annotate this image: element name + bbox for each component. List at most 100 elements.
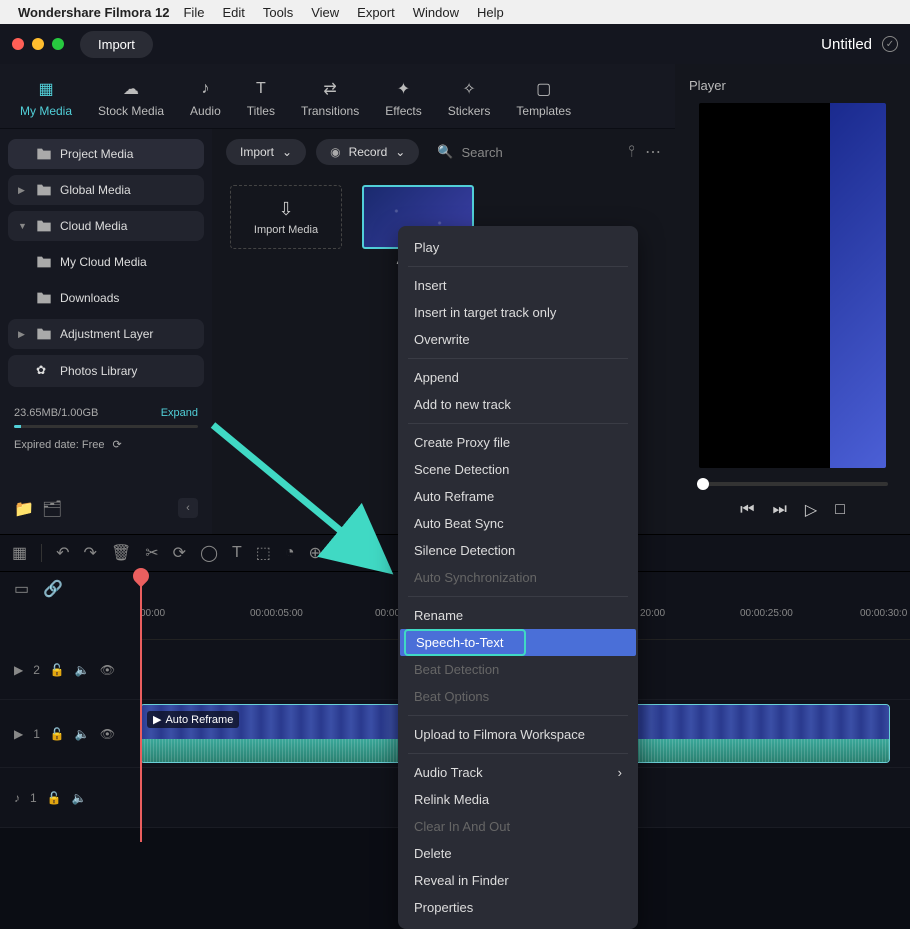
color-icon[interactable]: ◔ [285,544,295,562]
tab-templates[interactable]: ▢Templates [506,72,581,128]
lock-icon[interactable]: 🔓 [50,663,65,677]
chevron-down-icon[interactable]: ▼ [18,221,28,231]
cm-auto-reframe[interactable]: Auto Reframe [398,483,638,510]
mute-icon[interactable]: 🔈 [75,663,90,677]
mark-icon[interactable]: ⚑ [336,543,350,563]
cm-overwrite[interactable]: Overwrite [398,326,638,353]
storage-total: /1.00GB [58,407,98,419]
cm-insert-target[interactable]: Insert in target track only [398,299,638,326]
new-bin-icon[interactable]: 🗂 [42,499,60,517]
menu-tools[interactable]: Tools [263,5,293,20]
visibility-icon[interactable]: 👁 [100,727,115,741]
redo-icon[interactable]: ↷ [84,543,97,563]
menu-window[interactable]: Window [413,5,459,20]
lock-icon[interactable]: 🔓 [50,727,65,741]
mute-icon[interactable]: 🔈 [72,791,87,805]
cut-icon[interactable]: ✂ [145,543,158,563]
import-button[interactable]: Import [80,31,153,58]
adjust-icon[interactable]: ⊕ [309,543,322,563]
cm-scene-detection[interactable]: Scene Detection [398,456,638,483]
window-titlebar: Import Untitled ✓ [0,24,910,64]
delete-icon[interactable]: 🗑 [111,543,131,563]
cm-play[interactable]: Play [398,234,638,261]
mute-icon[interactable]: 🔈 [75,727,90,741]
collapse-sidebar-button[interactable]: ‹ [178,498,198,518]
refresh-icon[interactable]: ⟳ [113,438,122,451]
play-icon[interactable]: ▷ [805,500,817,520]
link-icon[interactable]: 🔗 [43,579,63,599]
sidebar-item-adjustment-layer[interactable]: ▶ Adjustment Layer [8,319,204,349]
chevron-right-icon[interactable]: ▶ [18,329,28,340]
visibility-icon[interactable]: 👁 [100,663,115,677]
tab-effects[interactable]: ✦Effects [375,72,431,128]
record-dropdown[interactable]: ◉Record⌄ [316,139,419,165]
cm-add-new-track[interactable]: Add to new track [398,391,638,418]
stop-icon[interactable]: □ [835,501,845,519]
tab-stickers[interactable]: ✧Stickers [438,72,501,128]
sidebar-item-global-media[interactable]: ▶ Global Media [8,175,204,205]
sidebar-item-my-cloud[interactable]: My Cloud Media [26,247,204,277]
tab-transitions[interactable]: ⇄Transitions [291,72,369,128]
undo-icon[interactable]: ↶ [56,543,69,563]
sidebar-item-project-media[interactable]: Project Media [8,139,204,169]
import-media-tile[interactable]: ⇩Import Media [230,185,342,524]
cm-create-proxy[interactable]: Create Proxy file [398,429,638,456]
grid-icon[interactable]: ▦ [12,543,27,563]
cm-upload-workspace[interactable]: Upload to Filmora Workspace [398,721,638,748]
menu-edit[interactable]: Edit [222,5,244,20]
close-window-icon[interactable] [12,38,24,50]
filter-icon[interactable]: ⫯ [628,143,635,161]
cm-rename[interactable]: Rename [398,602,638,629]
tab-stock-media[interactable]: ☁Stock Media [88,72,174,128]
chevron-right-icon[interactable]: ▶ [18,185,28,196]
cm-audio-track[interactable]: Audio Track› [398,759,638,786]
crop-icon[interactable]: ⬚ [256,543,271,563]
menubar-app-name[interactable]: Wondershare Filmora 12 [18,5,169,20]
cm-append[interactable]: Append [398,364,638,391]
cm-silence-detection[interactable]: Silence Detection [398,537,638,564]
scrubber-knob[interactable] [697,478,709,490]
search-input[interactable]: 🔍Search [429,144,618,160]
player-scrubber[interactable] [697,482,888,486]
sidebar-item-photos-library[interactable]: ✿ Photos Library [8,355,204,387]
import-dropdown[interactable]: Import⌄ [226,139,306,165]
cm-properties[interactable]: Properties [398,894,638,921]
snap-icon[interactable]: ▭ [14,579,29,599]
tab-titles[interactable]: TTitles [237,72,285,128]
cm-reveal-finder[interactable]: Reveal in Finder [398,867,638,894]
folder-icon [36,291,52,305]
menu-view[interactable]: View [311,5,339,20]
menu-file[interactable]: File [183,5,204,20]
sidebar-item-label: Downloads [60,291,119,305]
maximize-window-icon[interactable] [52,38,64,50]
prev-frame-icon[interactable]: ⏮ [740,501,754,519]
new-folder-icon[interactable]: 📁 [14,499,32,517]
menu-help[interactable]: Help [477,5,504,20]
menu-export[interactable]: Export [357,5,395,20]
project-title: Untitled [821,36,872,53]
more-icon[interactable]: ⋯ [645,142,661,162]
player-canvas[interactable] [699,103,886,468]
sidebar-item-cloud-media[interactable]: ▼ Cloud Media [8,211,204,241]
cm-relink-media[interactable]: Relink Media [398,786,638,813]
playhead[interactable] [140,572,142,842]
clip-label: ▶Auto Reframe [147,711,239,728]
text-icon[interactable]: T [232,544,242,562]
next-frame-icon[interactable]: ⏭ [773,501,787,519]
cm-auto-beat-sync[interactable]: Auto Beat Sync [398,510,638,537]
lock-icon[interactable]: 🔓 [47,791,62,805]
window-controls[interactable] [12,38,64,50]
cm-clear-in-out: Clear In And Out [398,813,638,840]
cm-speech-to-text[interactable]: Speech-to-Text [400,629,636,656]
sidebar-item-downloads[interactable]: Downloads [26,283,204,313]
tab-my-media[interactable]: ▦My Media [10,72,82,128]
cm-insert[interactable]: Insert [398,272,638,299]
speed-icon[interactable]: ⟳ [173,543,186,563]
tab-label: Templates [516,104,571,118]
tab-audio[interactable]: ♪Audio [180,72,231,128]
mask-icon[interactable]: ◯ [200,543,218,563]
cm-delete[interactable]: Delete [398,840,638,867]
expired-date: Expired date: Free [14,439,105,451]
expand-storage-link[interactable]: Expand [161,407,198,419]
minimize-window-icon[interactable] [32,38,44,50]
